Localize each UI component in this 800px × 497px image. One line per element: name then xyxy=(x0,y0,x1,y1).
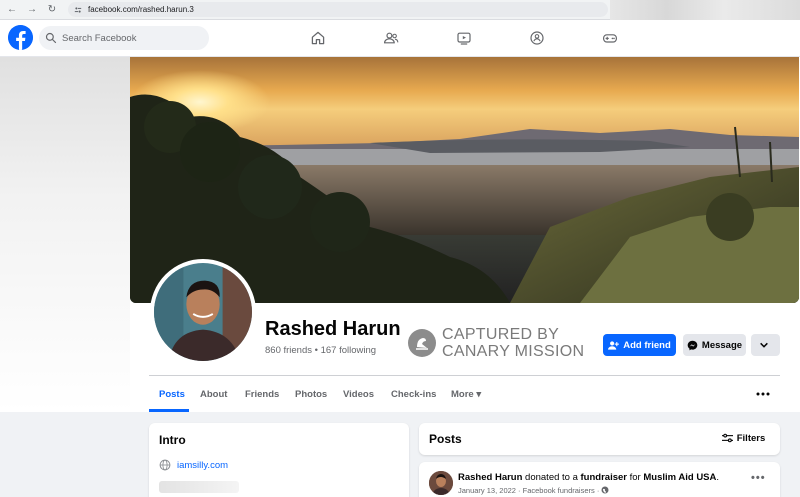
tab-about[interactable]: About xyxy=(200,389,227,400)
facebook-logo-icon[interactable] xyxy=(8,25,33,50)
post-end: . xyxy=(716,472,720,483)
tab-photos[interactable]: Photos xyxy=(295,389,327,400)
url-text: facebook.com/rashed.harun.3 xyxy=(88,5,194,14)
website-link[interactable]: iamsilly.com xyxy=(177,460,228,471)
add-friend-button[interactable]: Add friend xyxy=(603,334,676,356)
post-options-button[interactable]: ••• xyxy=(751,472,766,484)
post-author-name[interactable]: Rashed Harun xyxy=(458,472,522,483)
message-button[interactable]: Message xyxy=(683,334,746,356)
video-icon[interactable] xyxy=(455,29,473,47)
header-divider xyxy=(149,375,780,376)
facebook-header xyxy=(0,20,800,57)
post-author-avatar[interactable] xyxy=(429,471,453,495)
post-meta: January 13, 2022 · Facebook fundraisers … xyxy=(458,486,609,495)
messenger-icon xyxy=(687,340,698,350)
tab-more[interactable]: More ▾ xyxy=(451,389,481,400)
back-arrow-icon[interactable]: ← xyxy=(4,2,20,18)
profile-name: Rashed Harun xyxy=(265,318,401,340)
filters-button[interactable]: Filters xyxy=(717,427,770,449)
browser-toolbar: ← → ↻ facebook.com/rashed.harun.3 xyxy=(0,0,800,20)
post-verb-1: donated to a xyxy=(522,472,581,483)
blurred-content xyxy=(159,481,239,493)
friends-icon[interactable] xyxy=(382,29,400,47)
search-icon xyxy=(45,32,57,44)
tab-friends[interactable]: Friends xyxy=(245,389,279,400)
post-card: Rashed Harun donated to a fundraiser for… xyxy=(419,462,780,497)
forward-arrow-icon[interactable]: → xyxy=(24,2,40,18)
post-date[interactable]: January 13, 2022 · Facebook fundraisers … xyxy=(458,486,599,495)
blurred-extensions xyxy=(610,0,800,20)
post-headline: Rashed Harun donated to a fundraiser for… xyxy=(458,472,719,483)
filters-label: Filters xyxy=(736,432,766,444)
post-verb-2: for xyxy=(626,472,644,483)
chevron-down-icon xyxy=(759,342,768,348)
tab-check-ins[interactable]: Check-ins xyxy=(391,389,436,400)
posts-title: Posts xyxy=(429,432,462,446)
groups-icon[interactable] xyxy=(528,29,546,47)
site-info-icon[interactable] xyxy=(74,6,82,14)
post-fundraiser-link[interactable]: fundraiser xyxy=(581,472,627,483)
watermark-line-2: CANARY MISSION xyxy=(442,343,585,360)
watermark-text: CAPTURED BY CANARY MISSION xyxy=(442,326,584,360)
profile-options-button[interactable] xyxy=(751,334,780,356)
friends-following-count[interactable]: 860 friends • 167 following xyxy=(265,345,376,356)
intro-card: Intro iamsilly.com xyxy=(149,423,409,497)
tab-posts[interactable]: Posts xyxy=(159,389,185,400)
home-icon[interactable] xyxy=(309,29,327,47)
profile-photo-image xyxy=(154,263,252,361)
tab-videos[interactable]: Videos xyxy=(343,389,374,400)
more-dots-icon xyxy=(756,392,770,396)
address-bar[interactable]: facebook.com/rashed.harun.3 xyxy=(68,2,608,17)
page-gutter xyxy=(0,57,130,412)
profile-picture[interactable] xyxy=(150,259,256,365)
message-label: Message xyxy=(701,339,743,351)
public-globe-icon xyxy=(601,486,609,494)
post-charity-link[interactable]: Muslim Aid USA xyxy=(643,472,716,483)
tabs-more-options-button[interactable] xyxy=(750,384,780,404)
globe-icon xyxy=(159,459,171,471)
active-tab-indicator xyxy=(149,409,189,412)
canary-mission-watermark: CAPTURED BY CANARY MISSION xyxy=(408,326,584,360)
intro-title: Intro xyxy=(159,433,186,447)
watermark-line-1: CAPTURED BY xyxy=(442,326,560,343)
author-photo-image xyxy=(429,471,453,495)
gaming-icon[interactable] xyxy=(601,29,619,47)
facebook-f-icon xyxy=(8,25,33,50)
add-friend-label: Add friend xyxy=(623,339,671,351)
search-bar[interactable] xyxy=(39,26,209,50)
reload-icon[interactable]: ↻ xyxy=(44,2,60,18)
filter-sliders-icon xyxy=(721,433,733,443)
add-user-icon xyxy=(608,340,620,350)
canary-logo-icon xyxy=(408,329,436,357)
search-input[interactable] xyxy=(62,32,202,44)
